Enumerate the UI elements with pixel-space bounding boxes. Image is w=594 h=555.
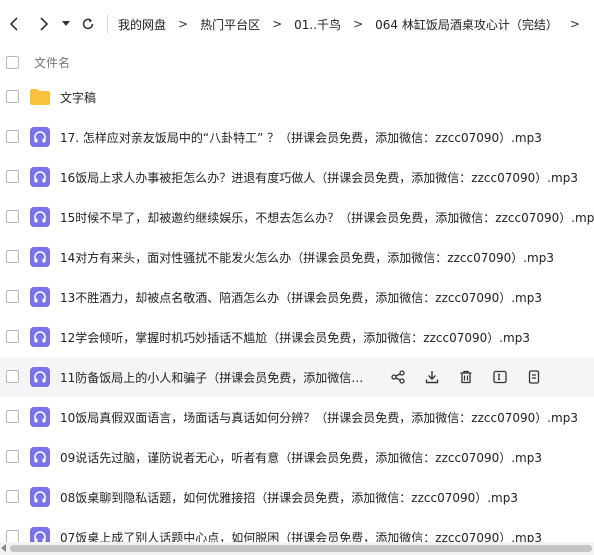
list-item-file[interactable]: 10饭局真假双面语言，场面话与真话如何分辨？（拼课会员免费，添加微信：zzcc0… [0, 397, 594, 437]
breadcrumb-separator: > [272, 17, 283, 31]
breadcrumb-item[interactable]: 热门平台区 [200, 16, 260, 33]
horizontal-scrollbar[interactable] [0, 542, 594, 555]
list-item-file[interactable]: 13不胜酒力，却被点名敬酒、陪酒怎么办（拼课会员免费，添加微信：zzcc0709… [0, 277, 594, 317]
audio-file-icon [30, 407, 50, 427]
file-list-header: 文件名 [0, 48, 594, 76]
file-name[interactable]: 文字稿 [60, 89, 96, 106]
row-checkbox[interactable] [6, 410, 19, 423]
list-item-file[interactable]: 08饭桌聊到隐私话题，如何优雅接招（拼课会员免费，添加微信：zzcc07090）… [0, 477, 594, 517]
list-item-file[interactable]: 14对方有来头，面对性骚扰不能发火怎么办（拼课会员免费，添加微信：zzcc070… [0, 237, 594, 277]
row-checkbox[interactable] [6, 490, 19, 503]
file-name[interactable]: 16饭局上求人办事被拒怎么办？进退有度巧做人（拼课会员免费，添加微信：zzcc0… [60, 169, 578, 186]
row-checkbox[interactable] [6, 370, 19, 383]
more-icon[interactable] [524, 367, 544, 387]
refresh-button[interactable] [77, 0, 99, 48]
refresh-icon [82, 18, 94, 30]
file-name[interactable]: 12学会倾听，掌握时机巧妙插话不尴尬（拼课会员免费，添加微信：zzcc07090… [60, 329, 530, 346]
file-name[interactable]: 14对方有来头，面对性骚扰不能发火怎么办（拼课会员免费，添加微信：zzcc070… [60, 249, 554, 266]
row-checkbox[interactable] [6, 330, 19, 343]
file-name[interactable]: 17. 怎样应对亲友饭局中的“八卦特工” ？（拼课会员免费，添加微信：zzcc0… [60, 129, 542, 146]
list-item-file[interactable]: 11防备饭局上的小人和骗子（拼课会员免费，添加微信：zzcc07090）.mp3 [0, 357, 594, 397]
audio-file-icon [30, 167, 50, 187]
row-checkbox[interactable] [6, 290, 19, 303]
select-all-checkbox[interactable] [6, 55, 19, 69]
file-name[interactable]: 11防备饭局上的小人和骗子（拼课会员免费，添加微信：zzcc07090）.mp3 [60, 369, 372, 386]
back-button[interactable] [3, 0, 25, 48]
file-name[interactable]: 10饭局真假双面语言，场面话与真话如何分辨？（拼课会员免费，添加微信：zzcc0… [60, 409, 578, 426]
download-icon[interactable] [422, 367, 442, 387]
file-name[interactable]: 08饭桌聊到隐私话题，如何优雅接招（拼课会员免费，添加微信：zzcc07090）… [60, 489, 518, 506]
rename-icon[interactable] [490, 367, 510, 387]
audio-file-icon [30, 287, 50, 307]
list-item-file[interactable]: 12学会倾听，掌握时机巧妙插话不尴尬（拼课会员免费，添加微信：zzcc07090… [0, 317, 594, 357]
forward-button[interactable] [33, 0, 55, 48]
breadcrumb-item[interactable]: 我的网盘 [118, 16, 166, 33]
caret-down-icon [62, 21, 70, 26]
audio-file-icon [30, 127, 50, 147]
breadcrumb-separator: > [178, 17, 189, 31]
list-item-file[interactable]: 09说话先过脑，谨防说者无心，听者有意（拼课会员免费，添加微信：zzcc0709… [0, 437, 594, 477]
audio-file-icon [30, 327, 50, 347]
row-checkbox[interactable] [6, 90, 19, 103]
file-name[interactable]: 09说话先过脑，谨防说者无心，听者有意（拼课会员免费，添加微信：zzcc0709… [60, 449, 542, 466]
row-checkbox[interactable] [6, 130, 19, 143]
row-action-bar [388, 367, 558, 387]
list-item-file[interactable]: 17. 怎样应对亲友饭局中的“八卦特工” ？（拼课会员免费，添加微信：zzcc0… [0, 117, 594, 157]
toolbar: 我的网盘 > 热门平台区 > 01..千鸟 > 064 林缸饭局酒桌攻心计（完结… [0, 0, 594, 48]
chevron-left-icon [9, 17, 18, 31]
list-item-folder[interactable]: 文字稿 [0, 77, 594, 117]
column-header-filename[interactable]: 文件名 [34, 54, 70, 71]
breadcrumb-separator: > [353, 17, 364, 31]
audio-file-icon [30, 487, 50, 507]
file-name[interactable]: 13不胜酒力，却被点名敬酒、陪酒怎么办（拼课会员免费，添加微信：zzcc0709… [60, 289, 542, 306]
file-name[interactable]: 15时候不早了，却被邀约继续娱乐，不想去怎么办？（拼课会员免费，添加微信：zzc… [60, 209, 594, 226]
breadcrumb-item[interactable]: 01..千鸟 [294, 16, 341, 33]
row-checkbox[interactable] [6, 450, 19, 463]
row-checkbox[interactable] [6, 210, 19, 223]
share-icon[interactable] [388, 367, 408, 387]
audio-file-icon [30, 447, 50, 467]
row-checkbox[interactable] [6, 170, 19, 183]
breadcrumb-separator: > [569, 17, 580, 31]
list-item-file[interactable]: 16饭局上求人办事被拒怎么办？进退有度巧做人（拼课会员免费，添加微信：zzcc0… [0, 157, 594, 197]
delete-icon[interactable] [456, 367, 476, 387]
list-item-file[interactable]: 15时候不早了，却被邀约继续娱乐，不想去怎么办？（拼课会员免费，添加微信：zzc… [0, 197, 594, 237]
scrollbar-thumb[interactable] [10, 545, 592, 552]
row-checkbox[interactable] [6, 250, 19, 263]
scroll-left-arrow-icon[interactable] [1, 544, 6, 552]
audio-file-icon [30, 207, 50, 227]
chevron-right-icon [40, 17, 49, 31]
folder-icon [30, 87, 50, 107]
audio-file-icon [30, 247, 50, 267]
history-dropdown-button[interactable] [57, 0, 75, 48]
toolbar-divider [107, 14, 108, 34]
breadcrumb-current[interactable]: 064 林缸饭局酒桌攻心计（完结） [375, 16, 558, 33]
audio-file-icon [30, 367, 50, 387]
